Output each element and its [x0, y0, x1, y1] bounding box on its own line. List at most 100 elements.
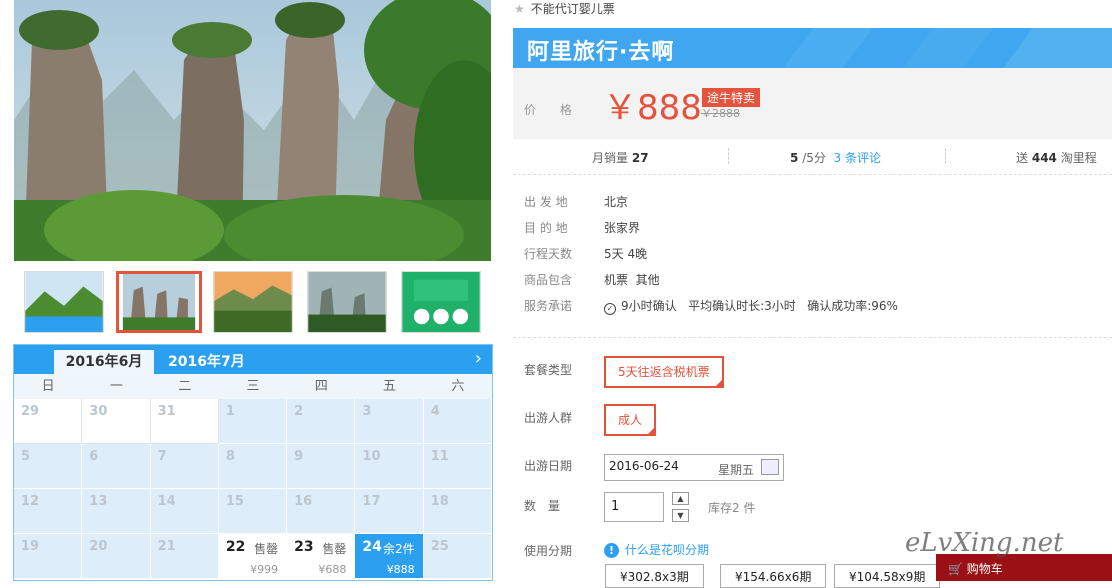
day-status: 余2件	[383, 542, 415, 556]
brand-banner: 阿里旅行·去啊	[513, 28, 1112, 68]
day-number: 20	[89, 539, 108, 554]
thumbnail-5[interactable]	[401, 271, 481, 333]
info-key: 商品包含	[524, 273, 573, 287]
info-value: 张家界	[604, 221, 641, 235]
stats-bar: 月销量 27 5 /5分 3 条评论 送 444 淘里程	[513, 139, 1112, 175]
calendar-week-row: 29 30 31 1 2 3 4	[14, 399, 492, 444]
installment-option-6[interactable]: ¥154.66x6期	[720, 564, 827, 588]
info-row: 出 发 地 北京	[524, 194, 1104, 220]
thumbnail-3[interactable]	[213, 271, 293, 333]
day-number: 17	[362, 494, 381, 509]
calendar-day: 15	[218, 489, 288, 534]
day-number: 24	[362, 539, 382, 555]
service-confirm: 9小时确认	[621, 299, 677, 313]
info-value: 北京	[604, 195, 629, 209]
service-rate: 确认成功率:96%	[807, 299, 898, 313]
calendar-day[interactable]: 24 余2件 ¥888	[355, 534, 424, 579]
crowd-option[interactable]: 成人	[604, 404, 657, 436]
brand-title: 阿里旅行·去啊	[527, 40, 675, 65]
info-key: 目 的 地	[524, 221, 568, 235]
tab-june[interactable]: 2016年6月	[54, 350, 154, 374]
points-prefix: 送	[1016, 151, 1029, 165]
day-number: 8	[225, 449, 235, 464]
calendar-day: 31	[150, 399, 219, 444]
selected-corner-icon	[713, 378, 724, 388]
points-suffix: 淘里程	[1060, 151, 1097, 165]
day-number: 3	[362, 404, 372, 419]
day-number: 16	[294, 494, 313, 509]
package-option[interactable]: 5天往返含税机票	[604, 356, 724, 388]
check-icon: ✓	[604, 303, 616, 315]
qty-down-button[interactable]: ▼	[672, 509, 689, 522]
price-value: ￥888	[603, 88, 702, 128]
day-status: 售罄	[254, 542, 279, 556]
info-value: 5天 4晚	[604, 247, 648, 261]
calendar-day: 19	[14, 534, 83, 579]
day-number: 13	[89, 494, 108, 509]
day-number: 29	[21, 404, 40, 419]
calendar-day[interactable]: 23 售罄 ¥688	[287, 534, 356, 579]
points-value: 444	[1031, 151, 1057, 165]
next-month-icon[interactable]: ›	[475, 348, 482, 369]
thumbnail-1[interactable]	[24, 271, 104, 333]
crowd-label: 出游人群	[524, 411, 573, 425]
calendar-day: 2	[287, 399, 356, 444]
date-input[interactable]: 2016-06-24 星期五	[604, 454, 784, 481]
day-number: 15	[225, 494, 244, 509]
divider	[945, 148, 946, 164]
calendar-day: 5	[14, 444, 83, 489]
day-number: 1	[225, 404, 235, 419]
info-row: 行程天数 5天 4晚	[524, 246, 1104, 272]
cart-icon: 🛒	[948, 562, 963, 576]
calendar-icon[interactable]	[761, 459, 779, 475]
calendar-day: 10	[355, 444, 424, 489]
thumbnail-4[interactable]	[307, 271, 387, 333]
cart-bar[interactable]: 🛒 购物车	[936, 554, 1112, 581]
info-row: 商品包含 机票 其他	[524, 272, 1104, 298]
quantity-input[interactable]: 1	[604, 492, 664, 522]
calendar-day: 9	[287, 444, 356, 489]
day-number: 11	[430, 449, 449, 464]
weekday-value: 星期五	[718, 463, 755, 477]
day-number: 31	[157, 404, 176, 419]
reviews-link[interactable]: 3 条评论	[834, 151, 881, 165]
weekday-label: 五	[383, 379, 397, 394]
installment-help-link[interactable]: ! 什么是花呗分期	[604, 541, 709, 558]
site-watermark: eLvXing.net	[905, 528, 1064, 558]
info-key: 服务承诺	[524, 299, 573, 313]
calendar-day: 3	[355, 399, 424, 444]
calendar-day[interactable]: 22 售罄 ¥999	[218, 534, 288, 579]
calendar-day: 7	[150, 444, 219, 489]
calendar-day: 20	[82, 534, 151, 579]
service-avg: 平均确认时长:3小时	[688, 299, 796, 313]
calendar-week-row: 19 20 21 22 售罄 ¥999 23 售罄 ¥688 24 余2件 ¥888 25	[14, 534, 492, 579]
service-value: ✓ 9小时确认 平均确认时长:3小时 确认成功率:96%	[604, 298, 898, 324]
qty-up-button[interactable]: ▲	[672, 492, 689, 505]
day-number: 7	[157, 449, 167, 464]
day-number: 4	[430, 404, 440, 419]
day-number: 9	[294, 449, 304, 464]
selected-corner-icon	[646, 426, 657, 436]
day-status: 售罄	[322, 542, 347, 556]
thumbnail-2-selected[interactable]	[116, 271, 202, 333]
date-label: 出游日期	[524, 459, 573, 473]
sales-label: 月销量	[592, 151, 629, 165]
installment-option-3[interactable]: ¥302.8x3期	[605, 564, 704, 588]
score-suffix: /5分	[802, 151, 826, 165]
star-icon: ★	[514, 2, 525, 16]
day-number: 23	[294, 539, 314, 555]
calendar-day: 30	[82, 399, 151, 444]
day-number: 6	[89, 449, 99, 464]
day-price: ¥888	[386, 563, 415, 576]
calendar-header: 2016年6月 2016年7月 ›	[14, 345, 492, 374]
day-number: 22	[225, 539, 246, 555]
weekday-header: 日一二三四五六	[14, 374, 492, 399]
service-row: 服务承诺 ✓ 9小时确认 平均确认时长:3小时 确认成功率:96%	[524, 298, 1104, 324]
weekday-label: 四	[314, 379, 328, 394]
main-product-image	[14, 0, 491, 261]
tab-july[interactable]: 2016年7月	[168, 350, 245, 374]
installment-option-9[interactable]: ¥104.58x9期	[834, 564, 941, 588]
installment-label: 使用分期	[524, 544, 573, 558]
day-price: ¥999	[250, 563, 279, 576]
package-value: 5天往返含税机票	[618, 365, 710, 379]
